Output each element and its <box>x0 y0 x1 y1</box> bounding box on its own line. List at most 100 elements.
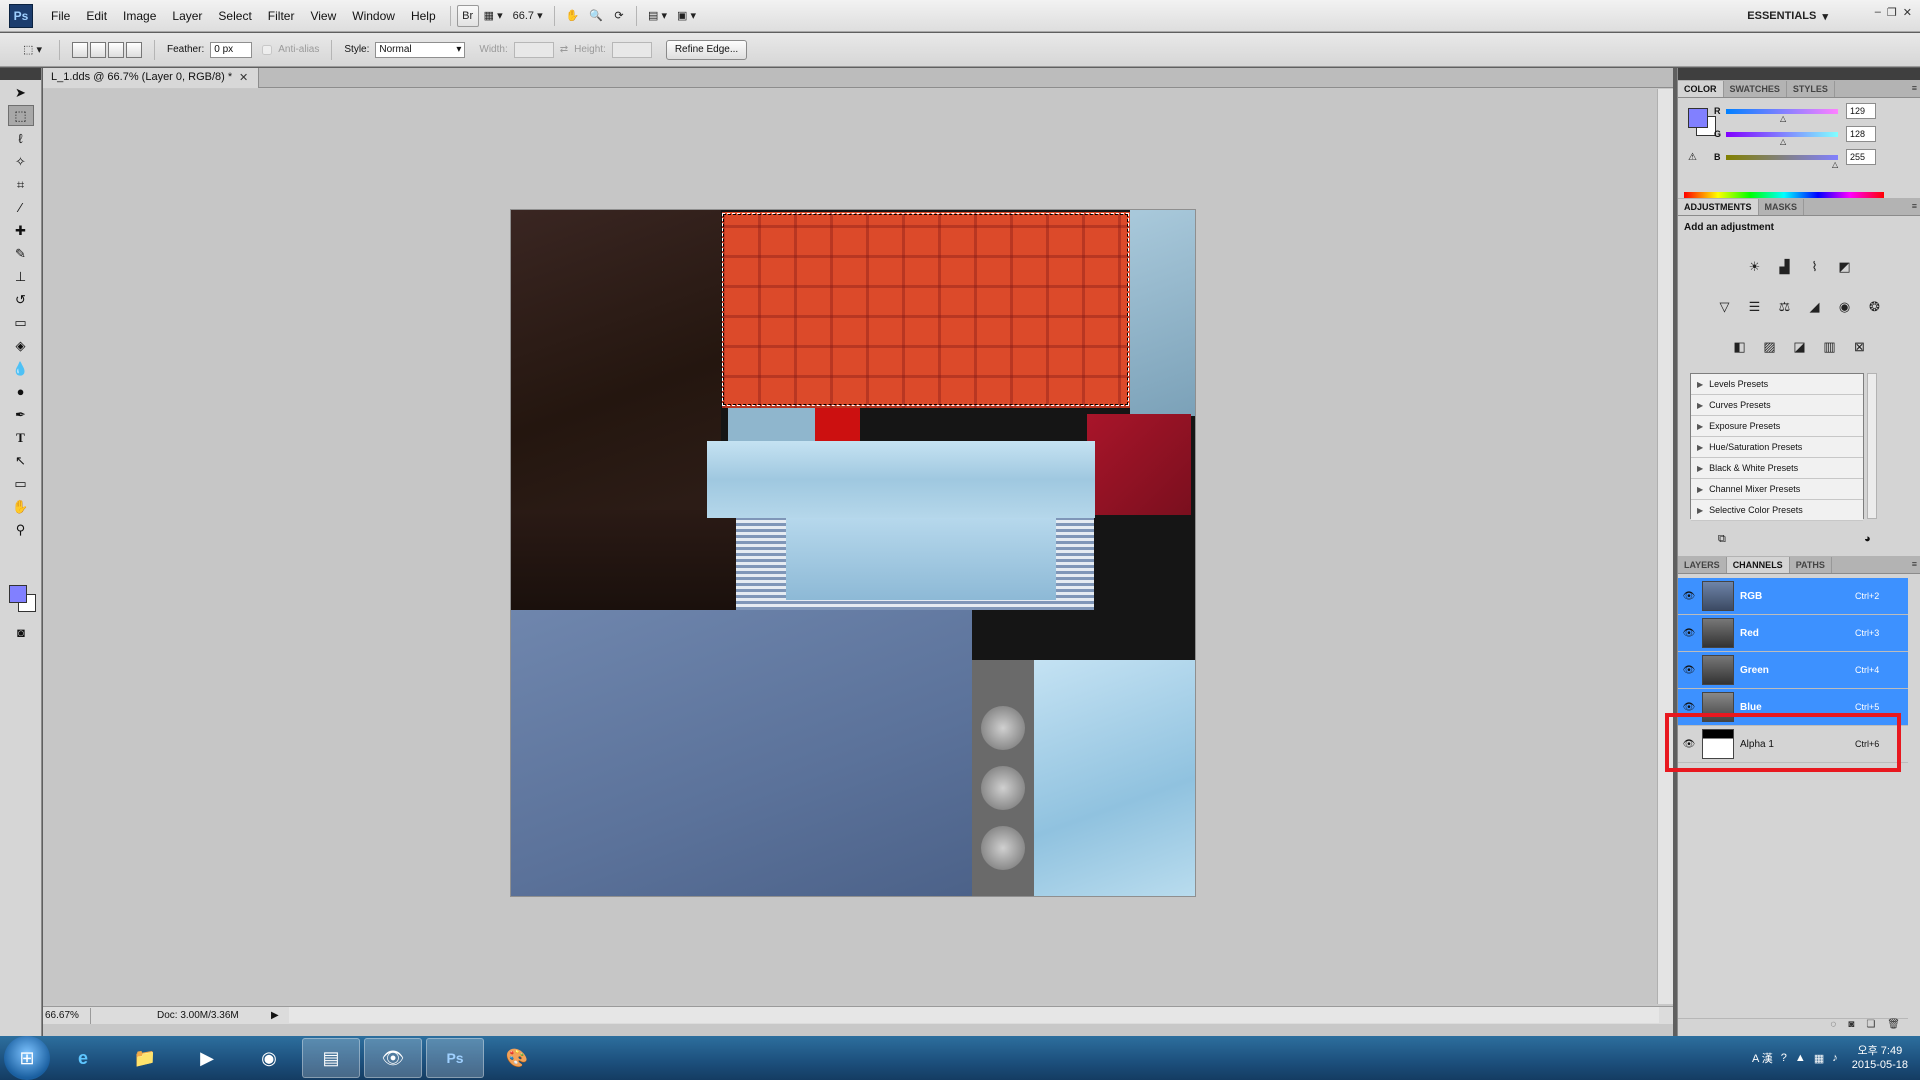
preset-hue-saturation[interactable]: ▶ Hue/Saturation Presets <box>1691 437 1863 458</box>
exposure-icon[interactable]: ◩ <box>1834 256 1856 278</box>
color-balance-icon[interactable]: ⚖ <box>1774 296 1796 318</box>
vibrance-icon[interactable]: ▽ <box>1714 296 1736 318</box>
panel-menu-icon[interactable]: ≡ <box>1912 559 1917 569</box>
eye-icon[interactable]: 👁 <box>1678 702 1700 713</box>
menu-layer[interactable]: Layer <box>164 9 210 23</box>
curves-icon[interactable]: ⌇ <box>1804 256 1826 278</box>
menu-edit[interactable]: Edit <box>78 9 115 23</box>
threshold-icon[interactable]: ◪ <box>1789 336 1811 358</box>
menu-select[interactable]: Select <box>210 9 259 23</box>
tab-styles[interactable]: STYLES <box>1787 81 1835 97</box>
tab-swatches[interactable]: SWATCHES <box>1724 81 1787 97</box>
panel-menu-icon[interactable]: ≡ <box>1912 201 1917 211</box>
slider-r-thumb-icon[interactable]: △ <box>1780 114 1786 123</box>
preset-selective-color[interactable]: ▶ Selective Color Presets <box>1691 500 1863 521</box>
volume-icon[interactable]: ♪ <box>1832 1052 1838 1064</box>
close-icon[interactable]: ✕ <box>1903 6 1912 19</box>
menu-view[interactable]: View <box>302 9 344 23</box>
height-input[interactable] <box>611 41 652 58</box>
panel-dock-header[interactable] <box>1678 68 1920 80</box>
style-dropdown[interactable]: Normal ▾ <box>375 41 466 58</box>
preset-channel-mixer[interactable]: ▶ Channel Mixer Presets <box>1691 479 1863 500</box>
screen-mode-button[interactable]: ▣ ▾ <box>672 5 701 27</box>
preset-curves[interactable]: ▶ Curves Presets <box>1691 395 1863 416</box>
preset-exposure[interactable]: ▶ Exposure Presets <box>1691 416 1863 437</box>
slider-r-value[interactable]: 129 <box>1846 103 1876 119</box>
zoom-tool-icon[interactable]: ⚲ <box>8 519 34 540</box>
color-fg-swatch[interactable] <box>1688 108 1708 128</box>
save-selection-icon[interactable]: ◙ <box>1848 1019 1854 1034</box>
slider-b-thumb-icon[interactable]: △ <box>1832 160 1838 169</box>
horizontal-scrollbar[interactable] <box>289 1007 1659 1023</box>
bridge-button[interactable]: Br <box>456 4 479 27</box>
clock[interactable]: 오후 7:49 2015-05-18 <box>1846 1044 1914 1072</box>
photoshop-logo[interactable]: Ps <box>9 3 33 28</box>
eye-icon[interactable]: 👁 <box>1678 591 1700 602</box>
new-selection-icon[interactable] <box>71 41 88 58</box>
internet-explorer-icon[interactable]: e <box>54 1038 112 1078</box>
subtract-selection-icon[interactable] <box>107 41 124 58</box>
add-selection-icon[interactable] <box>89 41 106 58</box>
black-white-icon[interactable]: ◢ <box>1804 296 1826 318</box>
visibility-toggle-icon[interactable]: ◕ <box>1864 533 1871 545</box>
menu-image[interactable]: Image <box>115 9 164 23</box>
menu-file[interactable]: File <box>43 9 78 23</box>
menu-window[interactable]: Window <box>344 9 403 23</box>
eraser-tool-icon[interactable]: ▭ <box>8 312 34 333</box>
paint-bucket-tool-icon[interactable]: ◈ <box>8 335 34 356</box>
eye-icon[interactable]: 👁 <box>1678 665 1700 676</box>
status-zoom[interactable]: 66.67% <box>43 1007 91 1024</box>
tab-adjustments[interactable]: ADJUSTMENTS <box>1678 199 1759 215</box>
slider-g[interactable]: G △ 128 <box>1714 125 1914 146</box>
slider-b-track[interactable]: △ <box>1726 154 1838 169</box>
pen-tool-icon[interactable]: ✒ <box>8 404 34 425</box>
slider-b-value[interactable]: 255 <box>1846 149 1876 165</box>
eye-app-icon[interactable]: 👁 <box>364 1038 422 1078</box>
photo-filter-icon[interactable]: ◉ <box>1834 296 1856 318</box>
invert-icon[interactable]: ◧ <box>1729 336 1751 358</box>
quick-mask-icon[interactable]: ◙ <box>8 622 34 643</box>
panel-menu-icon[interactable]: ≡ <box>1912 83 1917 93</box>
channel-row-rgb[interactable]: 👁 RGB Ctrl+2 <box>1678 578 1908 615</box>
slider-b[interactable]: B △ 255 <box>1714 148 1914 169</box>
menu-filter[interactable]: Filter <box>260 9 303 23</box>
blur-tool-icon[interactable]: 💧 <box>8 358 34 379</box>
status-menu-arrow-icon[interactable]: ▶ <box>271 1010 279 1021</box>
eye-icon[interactable]: 👁 <box>1678 628 1700 639</box>
channel-mixer-icon[interactable]: ❂ <box>1864 296 1886 318</box>
presets-scrollbar[interactable] <box>1867 373 1877 519</box>
eye-icon[interactable]: 👁 <box>1678 739 1700 750</box>
media-player-icon[interactable]: ▶ <box>178 1038 236 1078</box>
chrome-icon[interactable]: ◉ <box>240 1038 298 1078</box>
type-tool-icon[interactable]: T <box>8 427 34 448</box>
rect-marquee-tool-icon[interactable]: ⬚ <box>7 105 34 126</box>
gradient-map-icon[interactable]: ▥ <box>1819 336 1841 358</box>
tray-language[interactable]: A 漢 <box>1752 1050 1773 1066</box>
toolbox-header[interactable] <box>0 68 41 80</box>
channel-row-alpha[interactable]: 👁 Alpha 1 Ctrl+6 <box>1678 726 1908 763</box>
rotate-view-icon[interactable]: ⟳ <box>608 5 630 27</box>
refine-edge-button[interactable]: Refine Edge... <box>665 39 748 60</box>
lasso-tool-icon[interactable]: ℓ <box>8 128 34 149</box>
levels-icon[interactable]: ▟ <box>1774 256 1796 278</box>
slider-g-thumb-icon[interactable]: △ <box>1780 137 1786 146</box>
start-button[interactable]: ⊞ <box>4 1036 50 1080</box>
menu-help[interactable]: Help <box>403 9 444 23</box>
zoom-level-dropdown[interactable]: 66.7 ▾ <box>508 5 548 27</box>
photoshop-taskbar-icon[interactable]: Ps <box>426 1038 484 1078</box>
history-brush-tool-icon[interactable]: ↺ <box>8 289 34 310</box>
slider-g-track[interactable]: △ <box>1726 131 1838 146</box>
trash-icon[interactable]: 🗑 <box>1887 1019 1900 1034</box>
arrange-documents-button[interactable]: ▤ ▾ <box>643 5 672 27</box>
slider-r-track[interactable]: △ <box>1726 108 1838 123</box>
tab-layers[interactable]: LAYERS <box>1678 557 1727 573</box>
load-selection-icon[interactable]: ◌ <box>1830 1019 1836 1034</box>
view-extras-button[interactable]: ▦ ▾ <box>479 5 508 27</box>
network-icon[interactable]: ▦ <box>1814 1052 1824 1065</box>
brush-tool-icon[interactable]: ✎ <box>8 243 34 264</box>
channel-row-green[interactable]: 👁 Green Ctrl+4 <box>1678 652 1908 689</box>
eyedropper-tool-icon[interactable]: ⁄ <box>8 197 34 218</box>
posterize-icon[interactable]: ▨ <box>1759 336 1781 358</box>
dodge-tool-icon[interactable]: ● <box>8 381 34 402</box>
file-explorer-icon[interactable]: 📁 <box>116 1038 174 1078</box>
